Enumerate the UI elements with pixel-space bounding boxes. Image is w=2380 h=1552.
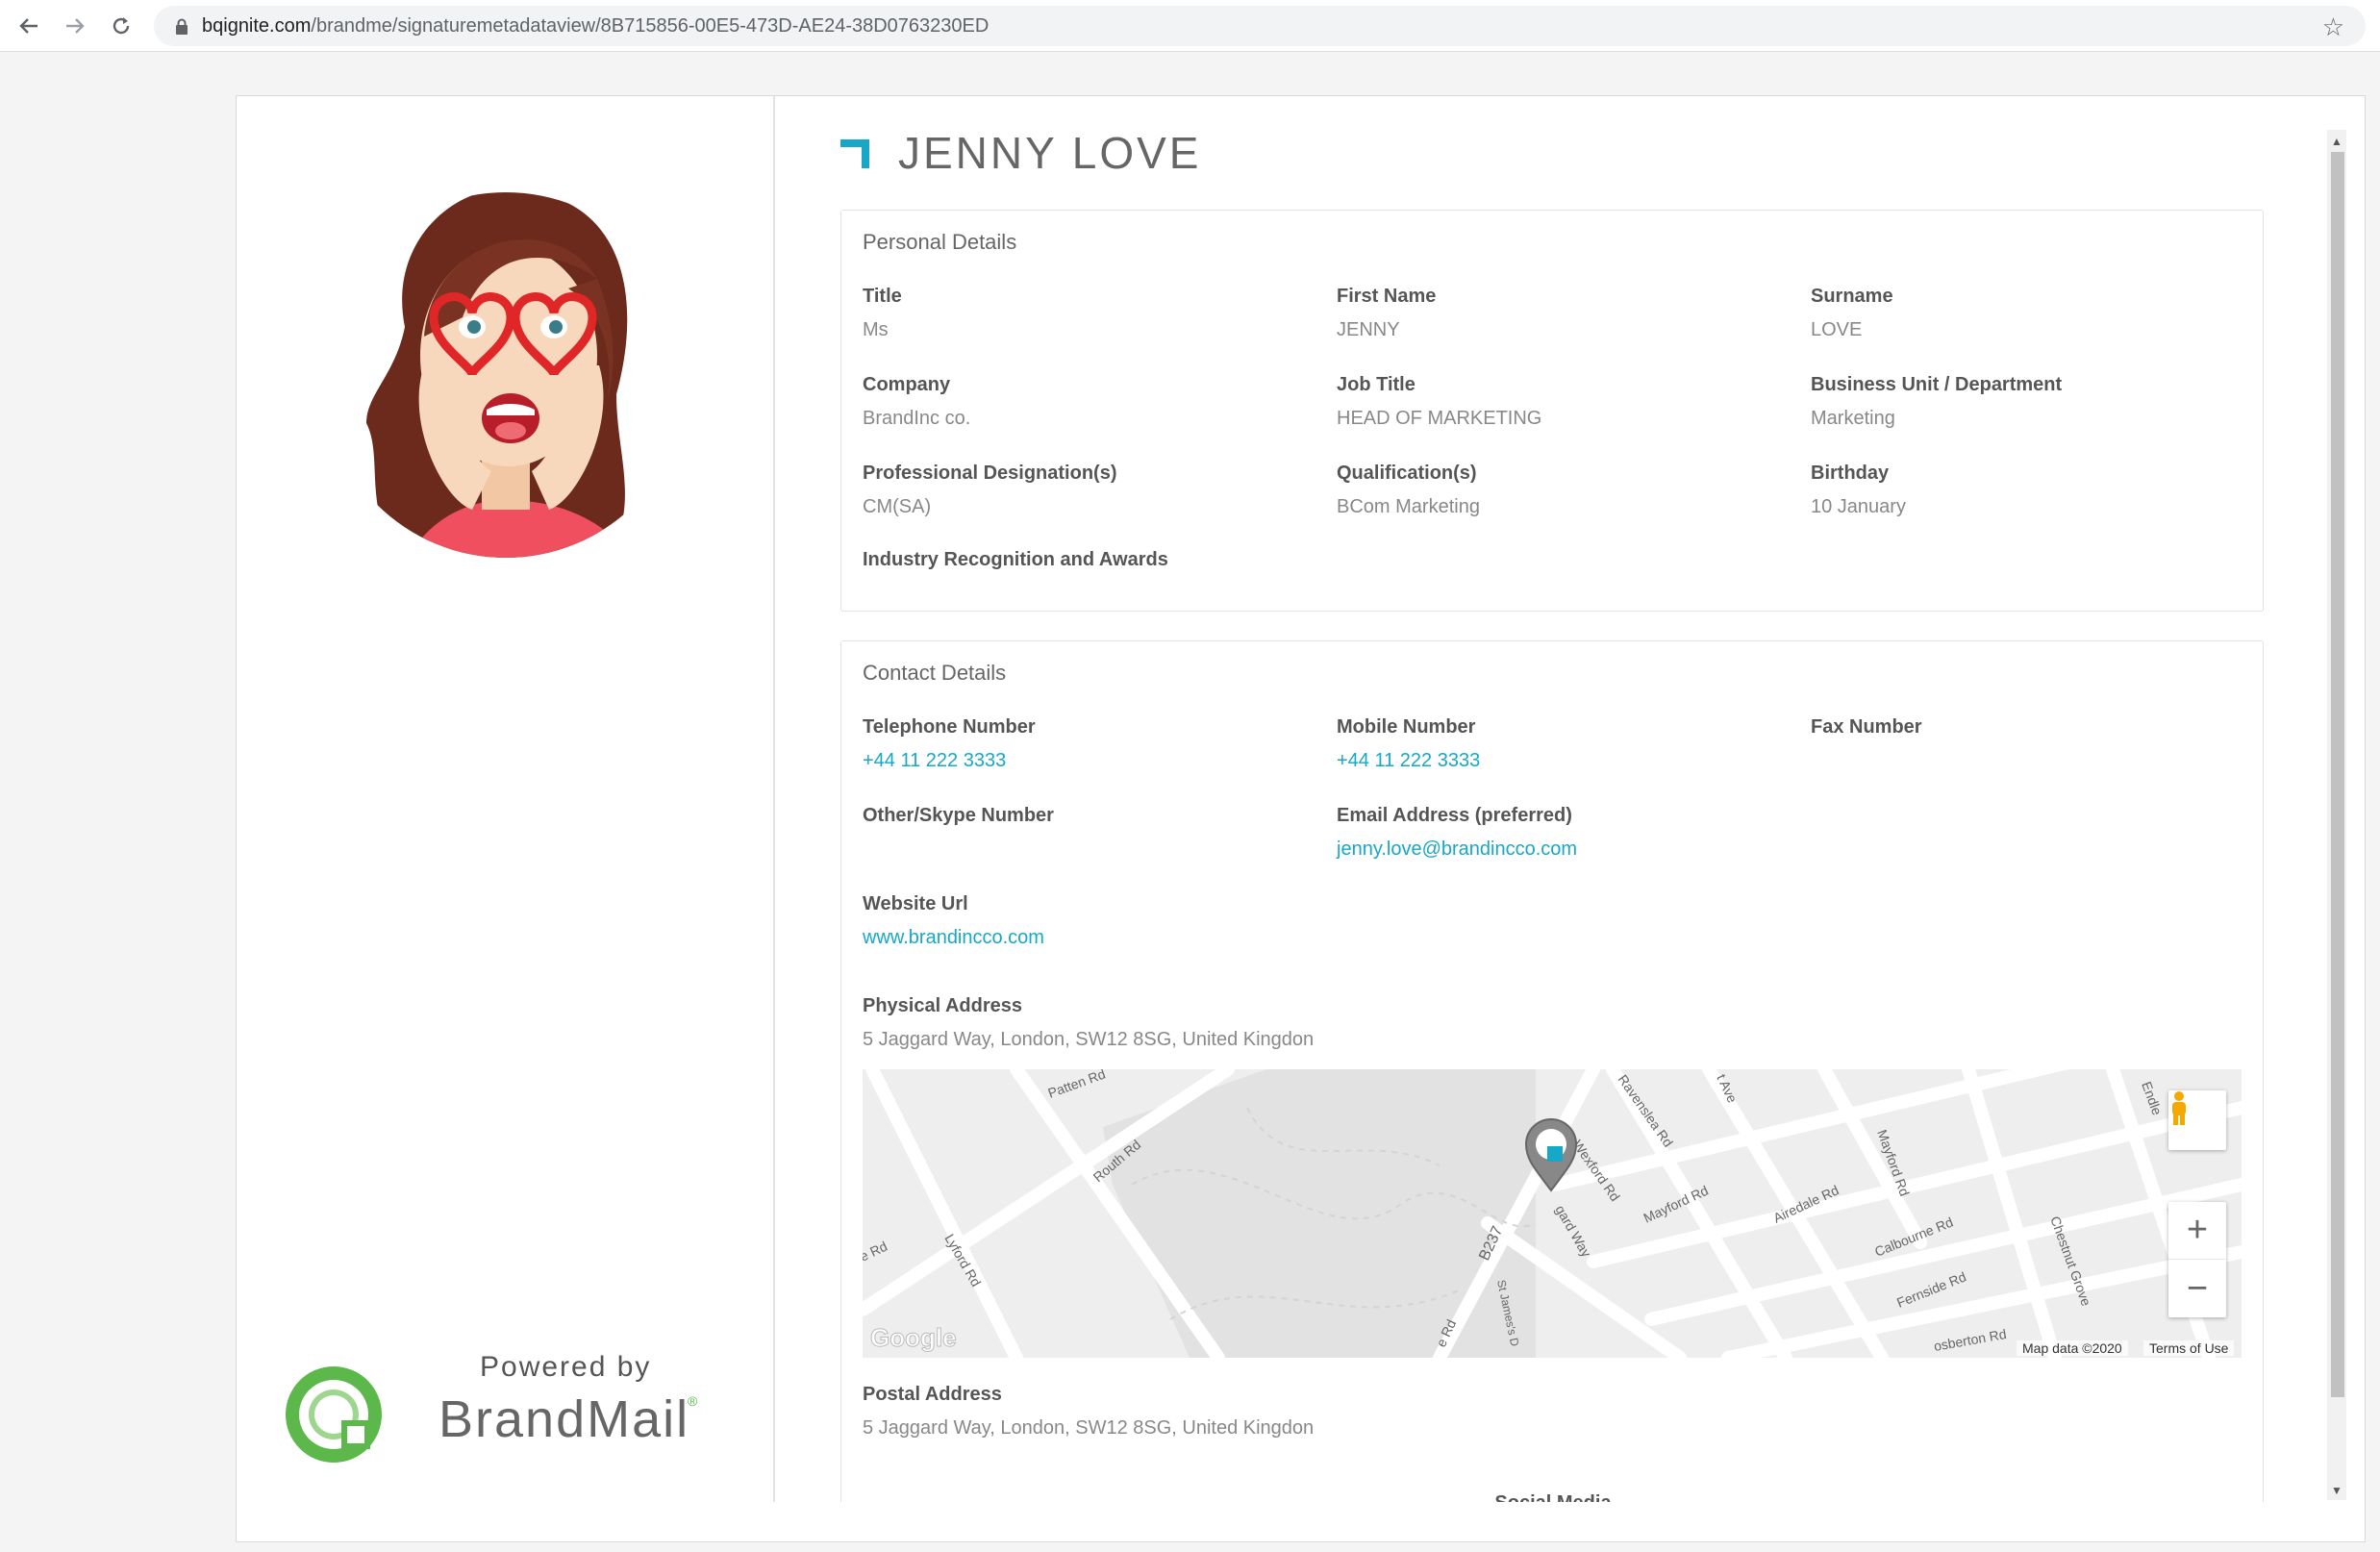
field-value: BCom Marketing — [1337, 496, 1480, 517]
field-value: HEAD OF MARKETING — [1337, 408, 1542, 429]
forward-arrow-icon[interactable] — [58, 9, 92, 43]
profile-name: JENNY LOVE — [898, 128, 1202, 178]
scroll-down-arrow-icon[interactable]: ▼ — [2328, 1481, 2345, 1500]
brandmail-wordmark: BrandMail — [438, 1390, 690, 1448]
field-label: Surname — [1811, 286, 1893, 307]
field-label: Professional Designation(s) — [863, 463, 1117, 484]
location-map[interactable]: Patten Rd Routh Rd Lyford Rd e Rd B237 S… — [863, 1069, 2242, 1358]
qualification-field: Qualification(s) BCom Marketing — [1337, 463, 1798, 518]
mobile-field: Mobile Number +44 11 222 3333 — [1337, 716, 1798, 772]
field-value: 5 Jaggard Way, London, SW12 8SG, United … — [863, 1417, 1315, 1439]
field-label: Business Unit / Department — [1811, 374, 2063, 395]
field-value: LOVE — [1811, 319, 1863, 340]
title-field: Title Ms — [863, 286, 1324, 341]
field-label: Postal Address — [863, 1384, 1002, 1405]
powered-by-brandmail: Powered by BrandMail ® — [280, 1351, 697, 1476]
zoom-controls: + − — [2168, 1202, 2226, 1317]
telephone-field: Telephone Number +44 11 222 3333 — [863, 716, 1324, 772]
url-path: /brandme/signaturemetadataview/8B715856-… — [311, 14, 990, 37]
field-label: Title — [863, 286, 902, 307]
job-title-field: Job Title HEAD OF MARKETING — [1337, 374, 1798, 430]
field-label: Job Title — [1337, 374, 1415, 395]
zoom-out-button[interactable]: − — [2168, 1260, 2226, 1317]
telephone-link[interactable]: +44 11 222 3333 — [863, 750, 1324, 772]
scrollbar-thumb[interactable] — [2331, 152, 2344, 1397]
back-arrow-icon[interactable] — [12, 9, 46, 43]
field-label: Website Url — [863, 893, 968, 914]
field-label: Industry Recognition and Awards — [863, 549, 1168, 570]
url-host: bqignite.com — [202, 14, 312, 37]
brandmail-logo-icon — [286, 1366, 382, 1463]
website-field: Website Url www.brandincco.com — [863, 893, 1324, 949]
profile-sidebar: Powered by BrandMail ® — [237, 96, 775, 1502]
field-value: 5 Jaggard Way, London, SW12 8SG, United … — [863, 1029, 1315, 1050]
physical-address-field: Physical Address 5 Jaggard Way, London, … — [863, 995, 1632, 1051]
mobile-link[interactable]: +44 11 222 3333 — [1337, 750, 1798, 772]
scroll-up-arrow-icon[interactable]: ▲ — [2328, 132, 2345, 151]
lock-icon — [175, 18, 188, 35]
field-value: Marketing — [1811, 408, 1895, 429]
terms-of-use-link[interactable]: Terms of Use — [2143, 1340, 2235, 1356]
fax-field: Fax Number — [1811, 716, 2272, 750]
star-icon[interactable]: ☆ — [2322, 13, 2344, 42]
field-label: Fax Number — [1811, 716, 1922, 738]
birthday-field: Birthday 10 January — [1811, 463, 2272, 518]
department-field: Business Unit / Department Marketing — [1811, 374, 2272, 430]
zoom-in-button[interactable]: + — [2168, 1202, 2226, 1260]
browser-toolbar: bqignite.com/brandme/signaturemetadatavi… — [0, 0, 2380, 52]
company-field: Company BrandInc co. — [863, 374, 1324, 430]
personal-details-panel: Personal Details Title Ms First Name JEN… — [840, 210, 2264, 612]
field-label: Other/Skype Number — [863, 805, 1054, 826]
contact-details-heading: Contact Details — [863, 661, 1007, 685]
field-label: Qualification(s) — [1337, 463, 1477, 484]
field-label: First Name — [1337, 286, 1437, 307]
personal-details-heading: Personal Details — [863, 230, 1017, 254]
details-column: JENNY LOVE Personal Details Title Ms Fir… — [775, 96, 2367, 1502]
field-label: Physical Address — [863, 995, 1023, 1016]
first-name-field: First Name JENNY — [1337, 286, 1798, 341]
field-label: Email Address (preferred) — [1337, 805, 1572, 826]
registered-mark: ® — [688, 1393, 698, 1409]
field-label: Company — [863, 374, 951, 395]
email-link[interactable]: jenny.love@brandincco.com — [1337, 839, 1798, 861]
designation-field: Professional Designation(s) CM(SA) — [863, 463, 1324, 518]
google-logo: Google — [870, 1323, 957, 1352]
map-streets: Patten Rd Routh Rd Lyford Rd e Rd B237 S… — [863, 1069, 2242, 1358]
postal-address-field: Postal Address 5 Jaggard Way, London, SW… — [863, 1384, 1632, 1439]
surname-field: Surname LOVE — [1811, 286, 2272, 341]
street-view-pegman-icon[interactable] — [2168, 1090, 2226, 1150]
field-value: CM(SA) — [863, 496, 932, 517]
website-link[interactable]: www.brandincco.com — [863, 927, 1324, 949]
avatar — [366, 192, 645, 558]
field-label: Mobile Number — [1337, 716, 1476, 738]
field-value: BrandInc co. — [863, 408, 971, 429]
brand-corner-icon — [840, 139, 869, 168]
field-value: Ms — [863, 319, 889, 340]
contact-details-panel: Contact Details Telephone Number +44 11 … — [840, 640, 2264, 1502]
awards-field: Industry Recognition and Awards — [863, 549, 1324, 583]
field-label: Telephone Number — [863, 716, 1036, 738]
field-value: JENNY — [1337, 319, 1400, 340]
field-value: 10 January — [1811, 496, 1906, 517]
skype-field: Other/Skype Number — [863, 805, 1324, 839]
field-label: Birthday — [1811, 463, 1890, 484]
reload-icon[interactable] — [104, 9, 138, 43]
social-media-heading: Social Media — [841, 1492, 2265, 1502]
email-field: Email Address (preferred) jenny.love@bra… — [1337, 805, 1798, 861]
address-bar[interactable]: bqignite.com/brandme/signaturemetadatavi… — [154, 6, 2366, 46]
powered-by-label: Powered by — [480, 1351, 652, 1383]
map-data-attribution: Map data ©2020 — [2017, 1340, 2128, 1356]
profile-card: Powered by BrandMail ® JENNY LOVE Person… — [236, 95, 2366, 1542]
